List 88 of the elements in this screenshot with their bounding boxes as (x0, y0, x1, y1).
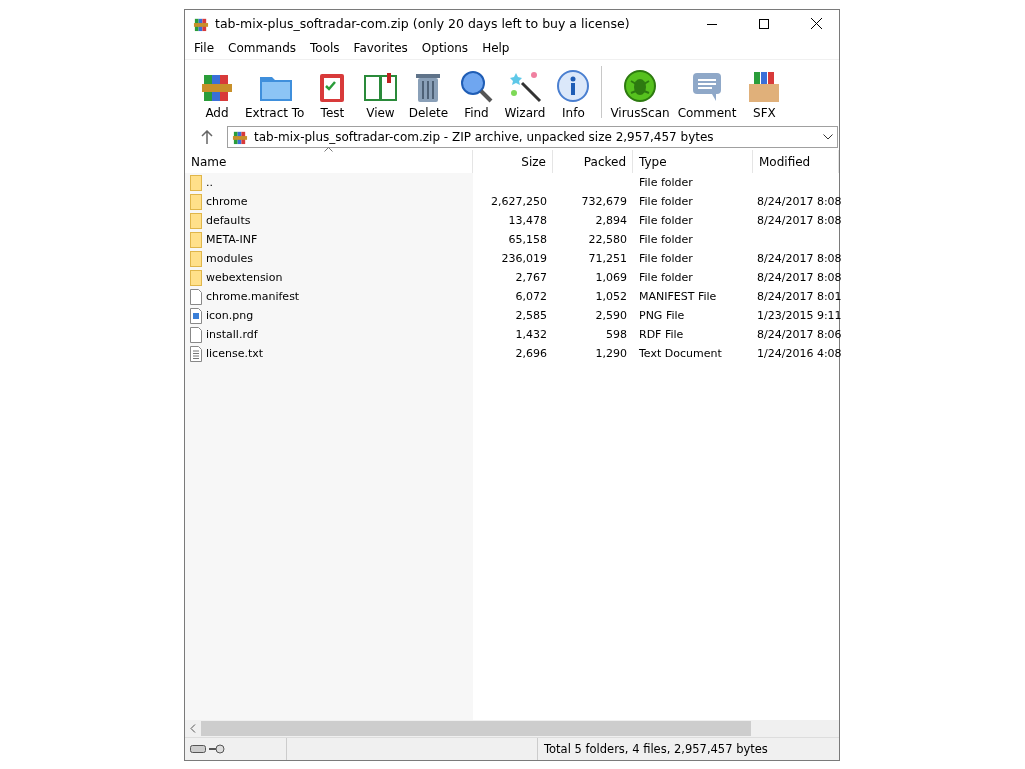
file-name[interactable]: META-INF (206, 233, 258, 246)
text-file-icon (190, 345, 202, 362)
table-cell-text: 8/24/2017 8:01 (756, 290, 842, 303)
table-cell-text: 732,679 (580, 195, 628, 208)
file-name[interactable]: chrome.manifest (206, 290, 300, 303)
status-text: Total 5 folders, 4 files, 2,957,457 bytes (543, 742, 768, 756)
window-title: tab-mix-plus_softradar-com.zip (only 20 days left to buy a license) (215, 16, 631, 31)
magnifier-icon (459, 69, 494, 103)
table-cell-text: 2,627,250 (490, 195, 548, 208)
menu-item[interactable]: Tools (303, 41, 347, 55)
folder-icon (190, 269, 202, 286)
table-cell-text: 1,432 (514, 328, 548, 341)
menu-item[interactable]: Favorites (346, 41, 415, 55)
close-icon[interactable] (810, 18, 822, 29)
dropdown-caret-icon[interactable] (823, 134, 833, 140)
table-cell-text: 2,585 (514, 309, 548, 322)
table-cell-text: 236,019 (500, 252, 548, 265)
drive-icon (190, 745, 206, 753)
table-cell-text: 8/24/2017 8:08 (756, 214, 842, 227)
toolbar-button[interactable]: Wizard (500, 60, 550, 124)
address-field[interactable]: tab-mix-plus_softradar-com.zip - ZIP archive, unpacked size 2,957,457 bytes (227, 126, 838, 148)
table-cell-text: Text Document (638, 347, 723, 360)
file-name[interactable]: install.rdf (206, 328, 258, 341)
toolbar-button[interactable]: Test (308, 60, 357, 124)
file-icon (190, 288, 202, 305)
table-cell-text: 2,696 (514, 347, 548, 360)
toolbar-button[interactable]: Add (193, 60, 241, 124)
folder-icon (190, 193, 202, 210)
file-name[interactable]: license.txt (206, 347, 264, 360)
table-cell-text: 1,069 (594, 271, 628, 284)
file-name[interactable]: defaults (206, 214, 251, 227)
table-cell-text: 2,590 (594, 309, 628, 322)
file-name[interactable]: .. (206, 176, 213, 189)
table-cell-text: 1,052 (594, 290, 628, 303)
table-cell-text: File folder (638, 214, 694, 227)
toolbar-button[interactable]: SFX (740, 60, 789, 124)
books-icon (232, 129, 248, 145)
file-name[interactable]: webextension (206, 271, 283, 284)
table-cell-text: File folder (638, 195, 694, 208)
table-cell-text: 8/24/2017 8:08 (756, 252, 842, 265)
table-cell-text: 1,290 (594, 347, 628, 360)
box-icon (747, 69, 782, 103)
folder-icon (190, 250, 202, 267)
folder-icon (190, 212, 202, 229)
horizontal-scrollbar[interactable] (185, 720, 839, 737)
table-cell-text: File folder (638, 176, 694, 189)
table-cell-text: 8/24/2017 8:06 (756, 328, 842, 341)
image-file-icon (190, 307, 202, 324)
table-cell-text: PNG File (638, 309, 686, 322)
table-cell-text: 2,767 (514, 271, 548, 284)
folder-icon (190, 174, 202, 191)
toolbar-button[interactable]: View (356, 60, 405, 124)
table-cell-text: RDF File (638, 328, 685, 341)
key-icon (209, 744, 225, 754)
menu-item[interactable]: File (187, 41, 222, 55)
table-cell-text: 65,158 (507, 233, 548, 246)
toolbar-button[interactable]: Delete (404, 60, 453, 124)
toolbar-button[interactable]: Extract To (241, 60, 309, 124)
menu-item[interactable]: Commands (221, 41, 304, 55)
table-cell-text: 8/24/2017 8:08 (756, 271, 842, 284)
table-cell-text: File folder (638, 233, 694, 246)
table-cell-text: 1/23/2015 9:11 (756, 309, 842, 322)
bug-icon (623, 69, 657, 103)
menu-item[interactable]: Options (414, 41, 476, 55)
toolbar-button[interactable]: Comment (673, 60, 741, 124)
menu-item[interactable]: Help (475, 41, 517, 55)
table-cell-text: 2,894 (594, 214, 628, 227)
table-cell-text: 22,580 (587, 233, 628, 246)
table-cell-text: File folder (638, 252, 694, 265)
table-cell-text: 13,478 (507, 214, 548, 227)
table-cell-text: 8/24/2017 8:08 (756, 195, 842, 208)
toolbar-button[interactable]: Info (549, 60, 598, 124)
file-icon (190, 326, 202, 343)
toolbar-button[interactable]: Find (452, 60, 501, 124)
toolbar-button[interactable]: VirusScan (606, 60, 674, 124)
file-name[interactable]: icon.png (206, 309, 254, 322)
file-name[interactable]: modules (206, 252, 253, 265)
table-cell-text: MANIFEST File (638, 290, 718, 303)
folder-icon (190, 231, 202, 248)
table-cell-text: 1/24/2016 4:08 (756, 347, 842, 360)
table-cell-text: File folder (638, 271, 694, 284)
info-icon (556, 69, 591, 103)
table-cell-text: 71,251 (587, 252, 628, 265)
table-cell-text: 598 (605, 328, 628, 341)
table-cell-text: 6,072 (514, 290, 548, 303)
file-name[interactable]: chrome (206, 195, 248, 208)
maximize-icon[interactable] (759, 18, 769, 29)
sort-caret-icon (324, 147, 333, 152)
